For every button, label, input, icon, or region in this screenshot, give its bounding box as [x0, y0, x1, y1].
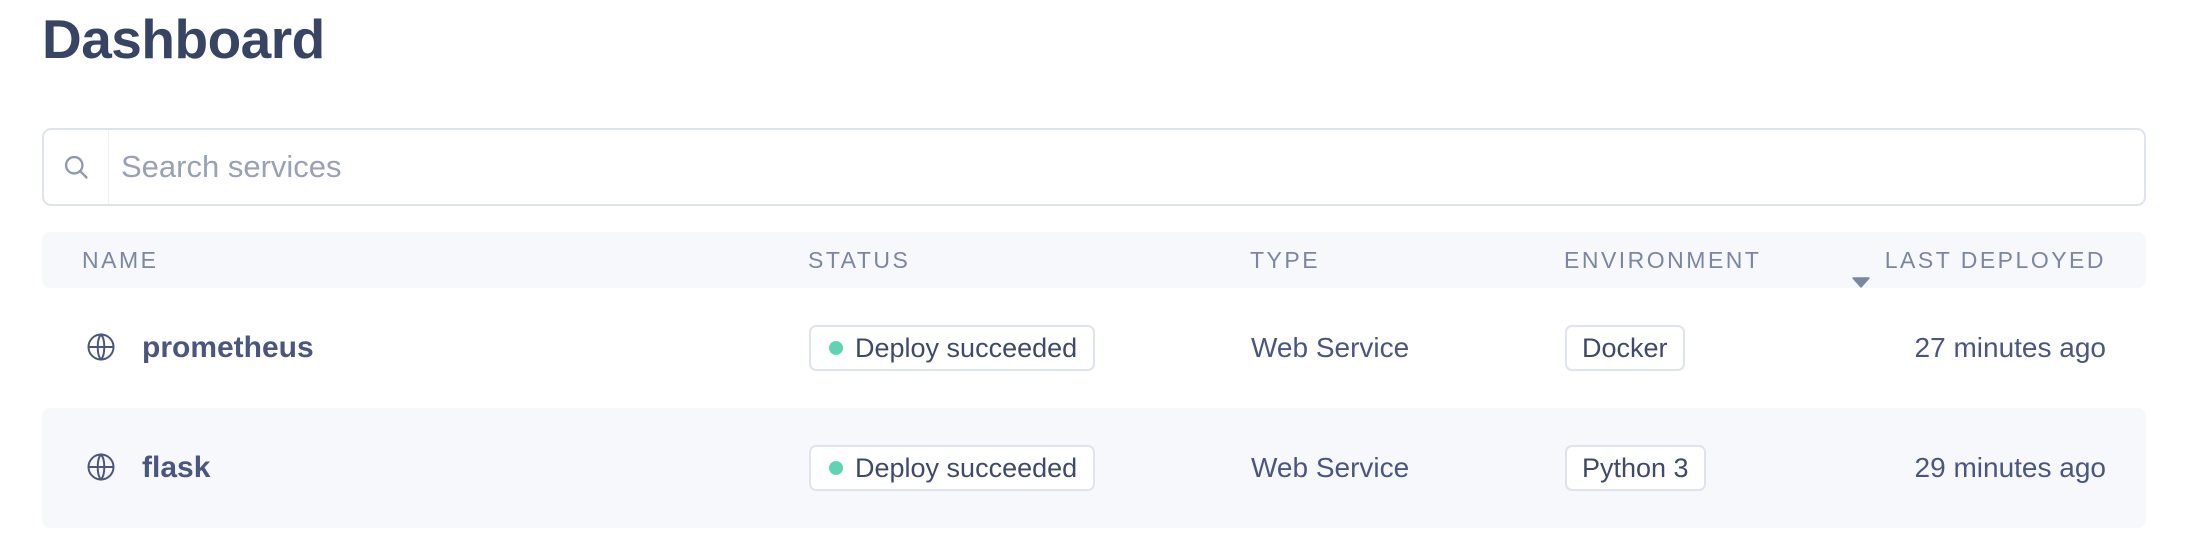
column-header-last-deployed[interactable]: LAST DEPLOYED: [1851, 232, 2106, 288]
service-name-link[interactable]: prometheus: [142, 288, 314, 408]
table-header: NAME STATUS TYPE ENVIRONMENT LAST DEPLOY…: [42, 232, 2146, 288]
column-header-last-deployed-label: LAST DEPLOYED: [1884, 247, 2106, 273]
environment-badge: Python 3: [1565, 445, 1706, 491]
globe-icon: [86, 332, 116, 362]
page-title: Dashboard: [42, 8, 325, 70]
column-header-status[interactable]: STATUS: [808, 232, 910, 288]
last-deployed-time: 29 minutes ago: [1914, 452, 2106, 483]
table-row[interactable]: prometheus Deploy succeeded Web Service …: [42, 288, 2146, 408]
search-icon: [44, 130, 109, 204]
column-header-environment[interactable]: ENVIRONMENT: [1564, 232, 1761, 288]
globe-icon: [86, 452, 116, 482]
status-badge: Deploy succeeded: [809, 325, 1096, 371]
search-input[interactable]: [109, 129, 2144, 205]
column-header-type[interactable]: TYPE: [1250, 232, 1320, 288]
search-bar[interactable]: [42, 128, 2146, 206]
status-label: Deploy succeeded: [855, 452, 1078, 483]
column-header-name[interactable]: NAME: [82, 232, 158, 288]
environment-badge: Docker: [1565, 325, 1685, 371]
status-label: Deploy succeeded: [855, 332, 1078, 363]
service-type: Web Service: [1251, 452, 1410, 483]
last-deployed-time: 27 minutes ago: [1914, 332, 2106, 363]
table-row[interactable]: flask Deploy succeeded Web Service Pytho…: [42, 408, 2146, 528]
status-dot: [829, 461, 843, 475]
service-type: Web Service: [1251, 332, 1410, 363]
dashboard-page: Dashboard NAME STATUS TYPE ENVIRONMENT L…: [0, 0, 2186, 542]
caret-down-icon: [1851, 253, 1871, 288]
service-name-link[interactable]: flask: [142, 408, 210, 528]
status-dot: [829, 341, 843, 355]
status-badge: Deploy succeeded: [809, 445, 1096, 491]
